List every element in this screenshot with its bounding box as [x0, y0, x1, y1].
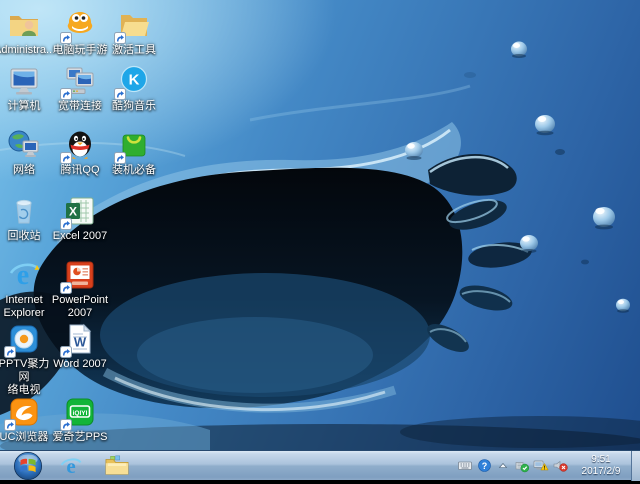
svg-text:?: ? — [481, 461, 487, 471]
clock-time: 9:51 — [577, 454, 625, 466]
svg-text:iQIYI: iQIYI — [73, 410, 88, 417]
system-tray: ? 9:51 2017/2/9 — [457, 451, 640, 481]
desktop-icon-pc-mobile-games[interactable]: 电脑玩手游 — [50, 8, 110, 57]
desktop-icon-label: 爱奇艺PPS — [50, 431, 110, 444]
computer-icon — [7, 64, 41, 98]
excel-icon: X — [63, 194, 97, 228]
desktop-icon-label: 回收站 — [0, 230, 54, 243]
shortcut-arrow-icon — [114, 152, 126, 164]
recycle-bin-icon — [7, 194, 41, 228]
folder-icon — [117, 8, 151, 42]
svg-text:X: X — [69, 205, 77, 219]
desktop-icon-kugou-music[interactable]: K 酷狗音乐 — [104, 64, 164, 113]
desktop-icon-label: PowerPoint 2007 — [50, 294, 110, 320]
desktop-icon-label: Excel 2007 — [50, 230, 110, 243]
shortcut-arrow-icon — [60, 282, 72, 294]
taskbar-explorer-button[interactable] — [99, 452, 135, 480]
desktop-icon-uc-browser[interactable]: UC浏览器 — [0, 395, 54, 444]
shortcut-arrow-icon — [60, 419, 72, 431]
desktop-icon-essential-software[interactable]: 装机必备 — [104, 128, 164, 177]
desktop-icon-label: 激活工具 — [104, 44, 164, 57]
desktop-icon-recycle-bin[interactable]: 回收站 — [0, 194, 54, 243]
svg-text:e: e — [66, 454, 75, 478]
desktop-icon-label: PPTV聚力 网 络电视 — [0, 358, 54, 397]
show-hidden-icons-arrow — [497, 458, 509, 473]
network-warning-icon[interactable] — [533, 458, 549, 474]
volume-muted-icon[interactable] — [552, 458, 568, 474]
green-bag-icon — [117, 128, 151, 162]
word-icon: W — [63, 322, 97, 356]
start-button[interactable] — [13, 451, 43, 481]
show-desktop-button[interactable] — [631, 451, 640, 481]
desktop-icon-label: 电脑玩手游 — [50, 44, 110, 57]
desktop-icon-broadband-connection[interactable]: 宽带连接 — [50, 64, 110, 113]
desktop-icon-powerpoint-2007[interactable]: PowerPoint 2007 — [50, 258, 110, 320]
desktop-icon-label: Word 2007 — [50, 358, 110, 371]
svg-text:K: K — [129, 72, 140, 89]
desktop-icon-label: 腾讯QQ — [50, 164, 110, 177]
desktop-icon-label: UC浏览器 — [0, 431, 54, 444]
security-ok-check-icon[interactable] — [514, 458, 530, 474]
taskbar[interactable]: e ? 9:51 201 — [0, 450, 640, 480]
desktop-icon-iqiyi-pps[interactable]: iQIYI 爱奇艺PPS — [50, 395, 110, 444]
taskbar-internet-explorer-button[interactable]: e — [53, 452, 89, 480]
svg-text:W: W — [74, 335, 87, 350]
taskbar-clock[interactable]: 9:51 2017/2/9 — [577, 454, 625, 478]
help-question-icon[interactable]: ? — [476, 458, 492, 474]
windows-start-orb — [13, 451, 43, 481]
desktop-icon-tencent-qq[interactable]: 腾讯QQ — [50, 128, 110, 177]
desktop-icon-administrator[interactable]: Administra... — [0, 8, 54, 57]
shortcut-arrow-icon — [60, 218, 72, 230]
desktop-icon-excel-2007[interactable]: X Excel 2007 — [50, 194, 110, 243]
desktop-wallpaper[interactable]: Administra... 电脑玩手游 激活工具 计算机 — [0, 0, 640, 450]
game-monster-icon — [63, 8, 97, 42]
desktop-icon-label: Internet Explorer — [0, 294, 54, 320]
shortcut-arrow-icon — [4, 419, 16, 431]
shortcut-arrow-icon — [4, 346, 16, 358]
shortcut-arrow-icon — [114, 88, 126, 100]
qq-penguin-icon — [63, 128, 97, 162]
broadband-connection-icon — [63, 64, 97, 98]
internet-explorer-icon: e — [7, 258, 41, 292]
shortcut-arrow-icon — [114, 32, 126, 44]
internet-explorer-icon: e — [59, 454, 83, 478]
desktop-icon-label: Administra... — [0, 44, 54, 57]
iqiyi-pps-icon: iQIYI — [63, 395, 97, 429]
user-folder-icon — [7, 8, 41, 42]
powerpoint-icon — [63, 258, 97, 292]
desktop-icon-network[interactable]: 网络 — [0, 128, 54, 177]
kugou-music-icon: K — [117, 64, 151, 98]
shortcut-arrow-icon — [60, 152, 72, 164]
desktop-icon-word-2007[interactable]: W Word 2007 — [50, 322, 110, 371]
uc-browser-icon — [7, 395, 41, 429]
shortcut-arrow-icon — [60, 32, 72, 44]
pptv-icon — [7, 322, 41, 356]
desktop-icon-pptv[interactable]: PPTV聚力 网 络电视 — [0, 322, 54, 397]
desktop-icon-label: 计算机 — [0, 100, 54, 113]
clock-date: 2017/2/9 — [577, 466, 625, 478]
shortcut-arrow-icon — [60, 88, 72, 100]
desktop-icon-activation-tools[interactable]: 激活工具 — [104, 8, 164, 57]
desktop-icon-label: 酷狗音乐 — [104, 100, 164, 113]
desktop-icon-label: 装机必备 — [104, 164, 164, 177]
desktop-icon-internet-explorer[interactable]: e Internet Explorer — [0, 258, 54, 320]
desktop-icon-label: 宽带连接 — [50, 100, 110, 113]
desktop-icon-computer[interactable]: 计算机 — [0, 64, 54, 113]
shortcut-arrow-icon — [60, 346, 72, 358]
network-globe-icon — [7, 128, 41, 162]
windows-explorer-folder-icon — [105, 454, 129, 478]
desktop-icon-label: 网络 — [0, 164, 54, 177]
input-keyboard-icon[interactable] — [457, 458, 473, 474]
desktop: Administra... 电脑玩手游 激活工具 计算机 — [0, 0, 640, 480]
show-hidden-icons-button[interactable] — [495, 458, 511, 474]
